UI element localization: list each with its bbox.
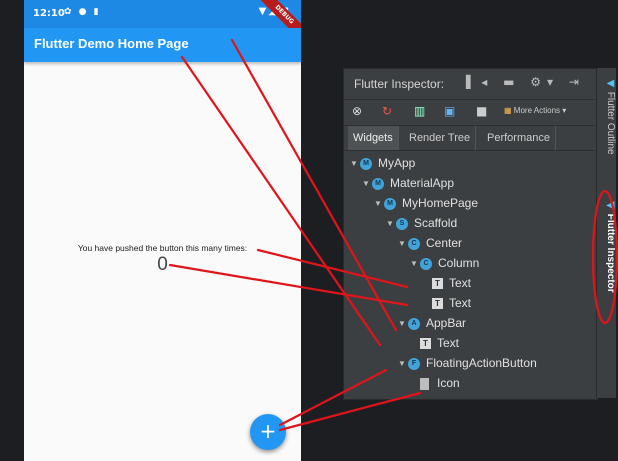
app-title: Flutter Demo Home Page xyxy=(34,36,189,51)
tree-node[interactable]: ▼ C Center xyxy=(398,233,462,253)
counter-message: You have pushed the button this many tim… xyxy=(77,243,248,253)
widget-type-circle-icon: S xyxy=(396,217,408,230)
side-tab-inspector-label: Flutter Inspector xyxy=(605,213,616,293)
inspector-title: Flutter Inspector: xyxy=(354,77,445,91)
expand-arrow-icon[interactable]: ▼ xyxy=(374,194,384,214)
emulator-screen: 12:10 ✿ ● ▮ ▼◢ ▮ DEBUG Flutter Demo Home… xyxy=(24,0,301,461)
widget-type-circle-icon: C xyxy=(420,257,432,270)
expand-arrow-icon[interactable]: ▼ xyxy=(362,174,372,194)
tab-performance[interactable]: Performance xyxy=(482,126,556,150)
widget-type-square-icon: T xyxy=(420,338,431,350)
tree-node[interactable]: ▼ C Column xyxy=(410,253,479,273)
tree-node-label: Text xyxy=(449,296,472,310)
notification-icons: ✿ ● ▮ xyxy=(64,7,101,17)
tree-node-label: MyApp xyxy=(378,156,416,170)
tree-node-label: Text xyxy=(437,336,460,350)
widget-type-circle-icon: M xyxy=(372,177,384,190)
more-actions-label: More Actions xyxy=(513,106,561,115)
more-actions-button[interactable]: ▦ More Actions ▾ xyxy=(504,106,566,115)
tree-node[interactable]: ▼ A AppBar xyxy=(398,313,466,333)
widget-type-circle-icon: C xyxy=(408,237,420,250)
inspector-toolbar: ⊗ ↻ ▥ ▣ ■ ▦ More Actions ▾ xyxy=(344,99,597,126)
expand-arrow-icon[interactable]: ▼ xyxy=(410,254,420,274)
widget-type-square-icon: T xyxy=(432,278,443,290)
plus-icon: + xyxy=(259,419,277,443)
increment-fab-button[interactable]: + xyxy=(250,414,286,450)
tree-node[interactable]: T Text xyxy=(410,333,459,353)
header-toolbar-icons[interactable]: ▌◂ ▬ ⚙▾ ⇥ xyxy=(466,75,585,89)
side-tab-outline-label: Flutter Outline xyxy=(605,91,616,155)
tree-node-label: MaterialApp xyxy=(390,176,455,190)
palette-icon: ▦ xyxy=(504,106,512,115)
inspector-tabs: Widgets Render Tree Performance xyxy=(344,126,597,151)
slow-animations-icon[interactable]: ■ xyxy=(476,104,487,118)
widget-type-circle-icon: A xyxy=(408,317,420,330)
tab-render-tree[interactable]: Render Tree xyxy=(404,126,477,150)
tree-node[interactable]: ▼ F FloatingActionButton xyxy=(398,353,537,373)
tree-node[interactable]: ▼ M MyApp xyxy=(350,153,415,173)
status-bar: 12:10 ✿ ● ▮ ▼◢ ▮ xyxy=(24,0,301,28)
debug-paint-icon[interactable]: ▣ xyxy=(444,104,455,118)
widget-type-circle-icon: F xyxy=(408,357,420,370)
tree-node[interactable]: ▼ M MyHomePage xyxy=(374,193,478,213)
flutter-inspector-panel: Flutter Inspector: ▌◂ ▬ ⚙▾ ⇥ ⊗ ↻ ▥ ▣ ■ ▦… xyxy=(343,68,598,400)
expand-arrow-icon[interactable]: ▼ xyxy=(398,354,408,374)
inspector-header: Flutter Inspector: ▌◂ ▬ ⚙▾ ⇥ xyxy=(344,69,597,100)
widget-type-square-icon: T xyxy=(432,298,443,310)
tree-node-label: Icon xyxy=(437,376,460,390)
tree-node[interactable]: ▼ S Scaffold xyxy=(386,213,457,233)
tree-node-label: MyHomePage xyxy=(402,196,479,210)
flutter-logo-icon: ◀ xyxy=(605,78,616,89)
select-widget-icon[interactable]: ⊗ xyxy=(352,104,362,118)
performance-overlay-icon[interactable]: ▥ xyxy=(414,104,425,118)
tree-node[interactable]: T Text xyxy=(422,273,471,293)
widget-type-circle-icon: M xyxy=(360,157,372,170)
expand-arrow-icon[interactable]: ▼ xyxy=(386,214,396,234)
expand-arrow-icon[interactable]: ▼ xyxy=(350,154,360,174)
status-time: 12:10 xyxy=(33,8,65,19)
tree-node-label: Column xyxy=(438,256,480,270)
tree-node-label: Text xyxy=(449,276,472,290)
tree-node[interactable]: Icon xyxy=(410,373,460,393)
expand-arrow-icon[interactable]: ▼ xyxy=(398,314,408,334)
tree-node-label: FloatingActionButton xyxy=(426,356,537,370)
flutter-logo-icon: ◀ xyxy=(605,200,616,211)
tab-widgets[interactable]: Widgets xyxy=(348,126,399,150)
document-icon xyxy=(420,377,429,390)
tree-node[interactable]: T Text xyxy=(422,293,471,313)
side-tool-strip: ◀ Flutter Outline ◀ Flutter Inspector xyxy=(596,68,616,398)
tree-node-label: Center xyxy=(426,236,463,250)
tree-node-label: AppBar xyxy=(426,316,467,330)
app-bar: Flutter Demo Home Page xyxy=(24,28,301,62)
counter-value: 0 xyxy=(157,254,168,275)
tree-node-label: Scaffold xyxy=(414,216,458,230)
refresh-icon[interactable]: ↻ xyxy=(382,104,392,118)
tree-node[interactable]: ▼ M MaterialApp xyxy=(362,173,454,193)
side-tab-flutter-outline[interactable]: ◀ Flutter Outline xyxy=(597,78,616,155)
widget-type-circle-icon: M xyxy=(384,197,396,210)
expand-arrow-icon[interactable]: ▼ xyxy=(398,234,408,254)
side-tab-flutter-inspector[interactable]: ◀ Flutter Inspector xyxy=(597,200,616,293)
